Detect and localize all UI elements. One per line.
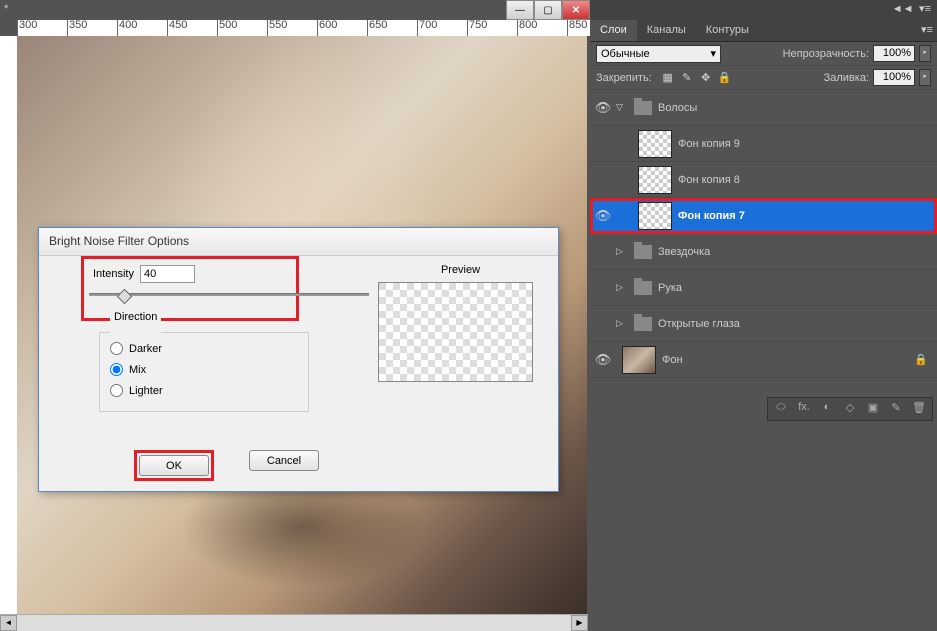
layer-thumbnail [638,130,672,158]
lock-option-icon[interactable]: ▦ [660,70,676,86]
intensity-group: Intensity [89,261,289,305]
opacity-label: Непрозрачность: [783,48,869,60]
panel-action-icon[interactable]: ▣ [863,401,883,417]
panel-bottom-toolbar: ⬭fx.◐◇▣✎🗑 [767,397,933,421]
opacity-flyout-icon[interactable]: ▸ [919,45,931,62]
lock-option-icon[interactable]: ✎ [679,70,695,86]
layer-name: Фон копия 9 [678,138,929,150]
fill-flyout-icon[interactable]: ▸ [919,69,931,86]
panel-tabs: СлоиКаналыКонтуры ▾≡ [590,20,937,42]
window-controls: — ▢ ✕ [506,0,590,20]
direction-label: Direction [110,311,161,323]
panel-menu-icon[interactable]: ▾≡ [919,3,931,15]
fill-input[interactable]: 100% [873,69,915,86]
layer-row[interactable]: ▷ Открытые глаза [590,306,937,342]
preview-image [378,282,533,382]
minimize-button[interactable]: — [506,0,534,20]
opacity-input[interactable]: 100% [873,45,915,62]
ruler-vertical [0,36,17,614]
expand-arrow-icon[interactable]: ▷ [616,282,628,293]
lock-option-icon[interactable]: ✥ [698,70,714,86]
expand-arrow-icon[interactable]: ▷ [616,318,628,329]
layer-row[interactable]: Фон копия 8 [590,162,937,198]
fill-label: Заливка: [824,72,869,84]
preview-label: Preview [378,264,543,276]
filter-options-dialog: Bright Noise Filter Options Intensity Di… [38,227,559,492]
direction-group: Direction DarkerMixLighter [99,326,309,412]
expand-arrow-icon[interactable]: ▷ [616,246,628,257]
direction-option-label: Mix [129,364,146,376]
layer-name: Звездочка [658,246,929,258]
close-button[interactable]: ✕ [562,0,590,20]
direction-radio-darker[interactable] [110,342,123,355]
lock-label: Закрепить: [596,72,652,84]
layer-name: Рука [658,282,929,294]
layer-thumbnail [638,166,672,194]
tab-Каналы[interactable]: Каналы [637,20,696,41]
intensity-slider[interactable] [89,293,369,305]
visibility-toggle-icon[interactable]: 👁 [590,352,616,368]
layer-name: Фон [662,354,913,366]
lock-icon: 🔒 [913,353,929,366]
ruler-horizontal: 3003504004505005506006507007508008509009… [17,20,590,36]
cancel-button[interactable]: Cancel [249,450,319,471]
direction-option-label: Lighter [129,385,163,397]
folder-icon [634,317,652,331]
blend-mode-dropdown[interactable]: Обычные▾ [596,45,721,63]
visibility-toggle-icon[interactable]: 👁 [590,100,616,116]
layer-thumbnail [622,346,656,374]
ok-button[interactable]: OK [139,455,209,476]
collapse-icon[interactable]: ◄◄ [892,3,914,15]
direction-option-label: Darker [129,343,162,355]
panel-action-icon[interactable]: ✎ [886,401,906,417]
scroll-right-icon[interactable]: ▶ [571,615,588,631]
layer-name: Фон копия 7 [678,210,929,222]
panel-action-icon[interactable]: ◐ [817,401,837,417]
tab-Контуры[interactable]: Контуры [696,20,759,41]
preview-area: Preview [378,264,543,382]
maximize-button[interactable]: ▢ [534,0,562,20]
layer-row[interactable]: 👁▽ Волосы [590,90,937,126]
scrollbar-horizontal[interactable]: ◄ ▶ [0,614,588,631]
panel-action-icon[interactable]: 🗑 [909,401,929,417]
folder-icon [634,101,652,115]
chevron-down-icon: ▾ [710,47,716,60]
layer-name: Открытые глаза [658,318,929,330]
panel-action-icon[interactable]: ◇ [840,401,860,417]
intensity-input[interactable] [140,265,195,283]
direction-radio-lighter[interactable] [110,384,123,397]
lock-option-icon[interactable]: 🔒 [717,70,733,86]
document-title: * [4,3,8,15]
layer-row[interactable]: Фон копия 9 [590,126,937,162]
panel-collapse-bar[interactable]: ◄◄ ▾≡ [590,0,937,20]
intensity-label: Intensity [93,268,134,280]
layer-row[interactable]: 👁 Фон копия 7 [590,198,937,234]
visibility-toggle-icon[interactable]: 👁 [590,208,616,224]
layer-list: 👁▽ВолосыФон копия 9Фон копия 8👁Фон копия… [590,90,937,378]
layer-name: Фон копия 8 [678,174,929,186]
layer-row[interactable]: ▷ Звездочка [590,234,937,270]
layer-thumbnail [638,202,672,230]
layers-panel: ◄◄ ▾≡ СлоиКаналыКонтуры ▾≡ Обычные▾ Непро… [590,0,937,631]
direction-radio-mix[interactable] [110,363,123,376]
tab-Слои[interactable]: Слои [590,20,637,41]
panel-action-icon[interactable]: fx. [794,401,814,417]
panel-dropdown-icon[interactable]: ▾≡ [917,20,937,41]
dialog-title: Bright Noise Filter Options [39,228,558,256]
layer-name: Волосы [658,102,929,114]
panel-action-icon[interactable]: ⬭ [771,401,791,417]
layer-row[interactable]: ▷ Рука [590,270,937,306]
folder-icon [634,281,652,295]
scroll-left-icon[interactable]: ◄ [0,615,17,631]
slider-thumb-icon[interactable] [117,289,133,305]
folder-icon [634,245,652,259]
highlight-ok: OK [134,450,214,481]
layer-row[interactable]: 👁 Фон🔒 [590,342,937,378]
expand-arrow-icon[interactable]: ▽ [616,102,628,113]
